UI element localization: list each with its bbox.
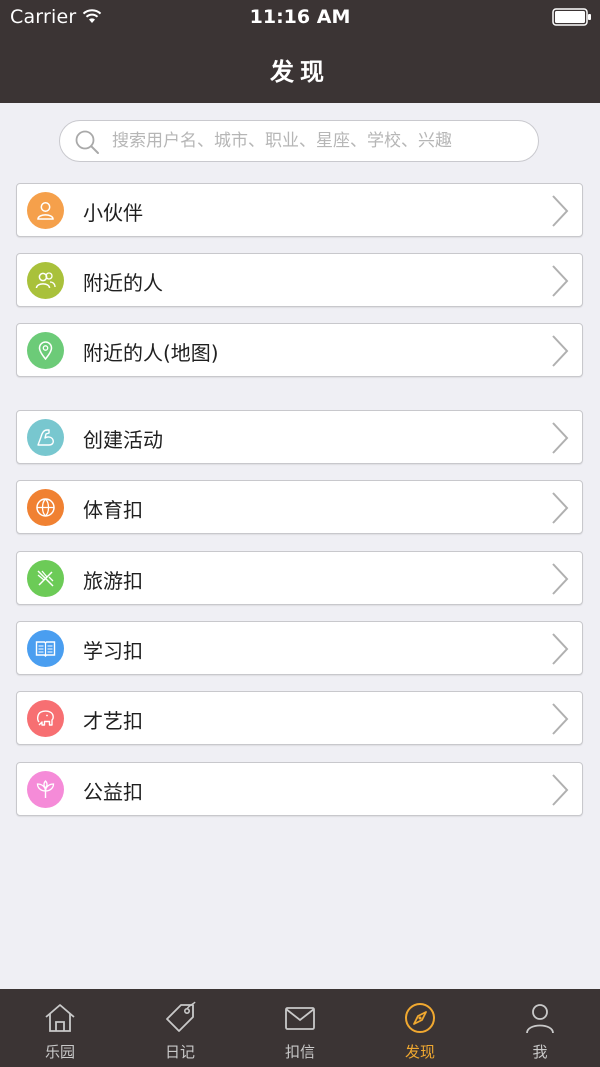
battery-icon — [552, 8, 591, 26]
menu-item-label: 体育扣 — [83, 498, 143, 522]
tab-discover[interactable]: 发现 — [360, 989, 480, 1067]
chevron-right-icon — [552, 265, 569, 297]
menu-item-talent[interactable]: 才艺扣 — [16, 691, 583, 745]
status-time: 11:16 AM — [249, 6, 351, 28]
home-icon — [45, 1004, 75, 1032]
user-icon — [526, 1004, 554, 1034]
menu-item-travel[interactable]: 旅游扣 — [16, 551, 583, 605]
compass-icon — [405, 1003, 435, 1033]
elephant-icon — [27, 700, 64, 737]
tab-bar: 乐园 日记 扣信 发现 我 — [0, 989, 600, 1067]
chevron-right-icon — [552, 633, 569, 665]
chevron-right-icon — [552, 563, 569, 595]
airplane-icon — [27, 560, 64, 597]
tab-paradise[interactable]: 乐园 — [0, 989, 120, 1067]
search-input[interactable] — [112, 121, 522, 161]
tab-label: 扣信 — [284, 1043, 315, 1061]
page-title: 发现 — [270, 58, 330, 86]
menu-item-label: 附近的人 — [83, 271, 163, 295]
search-box[interactable] — [59, 120, 539, 162]
tab-label: 我 — [532, 1043, 548, 1061]
person-icon — [27, 192, 64, 229]
arm-icon — [27, 419, 64, 456]
menu-item-create-activity[interactable]: 创建活动 — [16, 410, 583, 464]
menu-item-nearby-people[interactable]: 附近的人 — [16, 253, 583, 307]
envelope-icon — [285, 1007, 315, 1030]
status-bar: Carrier 11:16 AM — [0, 0, 600, 34]
chevron-right-icon — [552, 703, 569, 735]
leaves-icon — [27, 771, 64, 808]
menu-item-nearby-map[interactable]: 附近的人(地图) — [16, 323, 583, 377]
menu-item-label: 附近的人(地图) — [83, 341, 219, 365]
basketball-icon — [27, 489, 64, 526]
tab-label: 日记 — [164, 1043, 195, 1061]
chevron-right-icon — [552, 335, 569, 367]
book-icon — [27, 630, 64, 667]
map-pin-icon — [27, 332, 64, 369]
menu-item-charity[interactable]: 公益扣 — [16, 762, 583, 816]
search-icon — [75, 130, 99, 154]
tab-diary[interactable]: 日记 — [120, 989, 240, 1067]
menu-item-study[interactable]: 学习扣 — [16, 621, 583, 675]
chevron-right-icon — [552, 422, 569, 454]
chevron-right-icon — [552, 774, 569, 806]
menu-item-label: 学习扣 — [83, 639, 143, 663]
tab-messages[interactable]: 扣信 — [240, 989, 360, 1067]
menu-item-label: 公益扣 — [83, 780, 143, 804]
people-icon — [27, 262, 64, 299]
tab-label: 乐园 — [44, 1043, 75, 1061]
tag-icon — [166, 1001, 196, 1032]
menu-item-sports[interactable]: 体育扣 — [16, 480, 583, 534]
menu-item-label: 创建活动 — [83, 428, 163, 452]
chevron-right-icon — [552, 492, 569, 524]
menu-item-label: 才艺扣 — [83, 709, 143, 733]
tab-label: 发现 — [404, 1043, 435, 1061]
header-bar: Carrier 11:16 AM 发现 — [0, 0, 600, 103]
menu-item-friends[interactable]: 小伙伴 — [16, 183, 583, 237]
tab-me[interactable]: 我 — [480, 989, 600, 1067]
menu-item-label: 小伙伴 — [83, 201, 143, 225]
chevron-right-icon — [552, 195, 569, 227]
menu-item-label: 旅游扣 — [83, 569, 143, 593]
